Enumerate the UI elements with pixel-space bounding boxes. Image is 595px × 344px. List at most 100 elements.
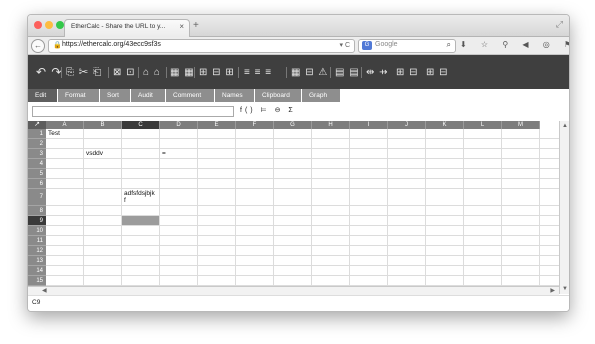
table-row[interactable] xyxy=(46,169,559,179)
search-placeholder: Google xyxy=(375,41,398,48)
toolbar-divider xyxy=(61,67,62,78)
table-row[interactable] xyxy=(46,129,559,139)
merge-icons[interactable]: ⊞ ⊟ ⊞ xyxy=(199,67,235,78)
table-row[interactable] xyxy=(46,149,559,159)
tab-clipboard[interactable]: Clipboard xyxy=(255,89,301,102)
search-bar[interactable]: G Google ⌕ xyxy=(358,39,456,53)
clear-icons[interactable]: ⊠ ⊡ xyxy=(113,67,136,78)
vertical-scrollbar[interactable]: ▲ ▼ xyxy=(559,121,569,294)
lock-icon: 🔒 xyxy=(53,42,62,49)
minimize-window-button[interactable] xyxy=(45,21,53,29)
cell-c7[interactable]: adfsfdsjbjk f xyxy=(124,190,155,204)
scroll-right-icon[interactable]: ▶ xyxy=(550,287,555,294)
browser-toolbar-icons[interactable]: ⬇ ☆ ⚲ ◀ ◎ ⚑ ≡ xyxy=(460,40,569,49)
table-row[interactable] xyxy=(46,159,559,169)
align-icons[interactable]: ≡ ≡ ≡ xyxy=(244,67,272,78)
row-header-14[interactable]: 14 xyxy=(28,266,46,276)
tab-names[interactable]: Names xyxy=(215,89,254,102)
column-icons[interactable]: ⇹ ⇸ xyxy=(366,67,389,78)
close-tab-icon[interactable]: × xyxy=(179,22,184,31)
row-header-3[interactable]: 3 xyxy=(28,149,46,159)
selected-cell[interactable] xyxy=(122,216,159,225)
fullscreen-icon[interactable]: ⤢ xyxy=(556,19,563,30)
table-row[interactable] xyxy=(46,206,559,216)
table-row[interactable] xyxy=(46,139,559,149)
horizontal-scrollbar[interactable]: ◀ ▶ xyxy=(28,286,559,295)
table-row[interactable] xyxy=(46,236,559,246)
column-header-i[interactable]: I xyxy=(350,121,388,129)
row-header-13[interactable]: 13 xyxy=(28,256,46,266)
lock-cells-icons[interactable]: ⌂ ⌂ xyxy=(143,67,161,78)
column-header-m[interactable]: M xyxy=(502,121,540,129)
row-header-7[interactable]: 7 xyxy=(28,189,46,206)
copy-cut-paste-icons[interactable]: ⎘ ✂ ⎗ xyxy=(66,67,102,78)
tab-format[interactable]: Format xyxy=(58,89,99,102)
row-header-1[interactable]: 1 xyxy=(28,129,46,139)
cell-b3[interactable]: vsddv xyxy=(86,150,103,157)
column-header-h[interactable]: H xyxy=(312,121,350,129)
tab-sort[interactable]: Sort xyxy=(100,89,130,102)
column-header-f[interactable]: F xyxy=(236,121,274,129)
cell-d3[interactable]: = xyxy=(162,150,166,157)
column-header-e[interactable]: E xyxy=(198,121,236,129)
column-header-d[interactable]: D xyxy=(160,121,198,129)
row-header-8[interactable]: 8 xyxy=(28,206,46,216)
formula-input[interactable] xyxy=(32,106,234,117)
row-header-11[interactable]: 11 xyxy=(28,236,46,246)
column-header-k[interactable]: K xyxy=(426,121,464,129)
column-header-a[interactable]: A xyxy=(46,121,84,129)
row-header-15[interactable]: 15 xyxy=(28,276,46,286)
menu-tabs: Edit Format Sort Audit Comment Names Cli… xyxy=(28,89,569,102)
toolbar-divider xyxy=(166,67,167,78)
table-row[interactable] xyxy=(46,256,559,266)
row-header-6[interactable]: 6 xyxy=(28,179,46,189)
row-header-5[interactable]: 5 xyxy=(28,169,46,179)
row-header-2[interactable]: 2 xyxy=(28,139,46,149)
google-icon[interactable]: G xyxy=(362,41,372,50)
tab-audit[interactable]: Audit xyxy=(131,89,165,102)
row-icons[interactable]: ▤ ▤ xyxy=(335,67,360,78)
table-row[interactable] xyxy=(46,179,559,189)
formula-buttons[interactable]: f() ⊨ ⊖ Σ xyxy=(240,106,296,114)
url-text: https://ethercalc.org/43ecc9sf3s xyxy=(62,41,161,48)
url-bar[interactable]: 🔒 https://ethercalc.org/43ecc9sf3s ▾ C xyxy=(48,39,355,53)
table-row[interactable] xyxy=(46,226,559,236)
column-header-l[interactable]: L xyxy=(464,121,502,129)
browser-tab[interactable]: EtherCalc - Share the URL to y... × xyxy=(64,19,190,37)
scroll-down-icon[interactable]: ▼ xyxy=(562,286,568,292)
table-row[interactable] xyxy=(46,266,559,276)
scroll-left-icon[interactable]: ◀ xyxy=(42,287,47,294)
hide-icons[interactable]: ⊞ ⊟ xyxy=(396,67,419,78)
reload-icon[interactable]: ▾ C xyxy=(339,41,350,49)
tab-edit[interactable]: Edit xyxy=(28,89,57,102)
pane-icons[interactable]: ⊞ ⊟ xyxy=(426,67,449,78)
toolbar-divider xyxy=(238,67,239,78)
spreadsheet-grid[interactable]: ↗ A B C D E F G H I J K L M 1 2 3 4 5 6 7 8 9 10 11 12 13 14 15 Test… xyxy=(28,121,559,286)
tab-graph[interactable]: Graph xyxy=(302,89,340,102)
column-header-j[interactable]: J xyxy=(388,121,426,129)
table-row[interactable] xyxy=(46,276,559,286)
column-header-c[interactable]: C xyxy=(122,121,160,129)
row-header-12[interactable]: 12 xyxy=(28,246,46,256)
ethercalc-toolbar: ↶ ↷ ⎘ ✂ ⎗ ⊠ ⊡ ⌂ ⌂ ▦ ▦ ⊞ ⊟ ⊞ ≡ ≡ ≡ ▦ ⊟ ⚠ … xyxy=(28,55,569,89)
cell-a1[interactable]: Test xyxy=(48,130,60,137)
select-all-icon[interactable]: ↗ xyxy=(28,121,46,129)
table-row[interactable] xyxy=(46,246,559,256)
search-icon[interactable]: ⌕ xyxy=(447,40,451,50)
maximize-window-button[interactable] xyxy=(56,21,64,29)
column-header-b[interactable]: B xyxy=(84,121,122,129)
row-header-4[interactable]: 4 xyxy=(28,159,46,169)
tab-comment[interactable]: Comment xyxy=(166,89,214,102)
row-header-10[interactable]: 10 xyxy=(28,226,46,236)
column-header-g[interactable]: G xyxy=(274,121,312,129)
new-tab-button[interactable]: + xyxy=(193,20,199,31)
close-window-button[interactable] xyxy=(34,21,42,29)
row-header-9[interactable]: 9 xyxy=(28,216,46,226)
insert-icons[interactable]: ▦ ⊟ ⚠ xyxy=(291,67,328,78)
back-button[interactable]: ← xyxy=(31,39,45,53)
toolbar-divider xyxy=(330,67,331,78)
undo-redo-icons[interactable]: ↶ ↷ xyxy=(36,65,62,79)
scroll-up-icon[interactable]: ▲ xyxy=(562,123,568,129)
borders-icons[interactable]: ▦ ▦ xyxy=(170,67,195,78)
table-row[interactable] xyxy=(46,189,559,206)
